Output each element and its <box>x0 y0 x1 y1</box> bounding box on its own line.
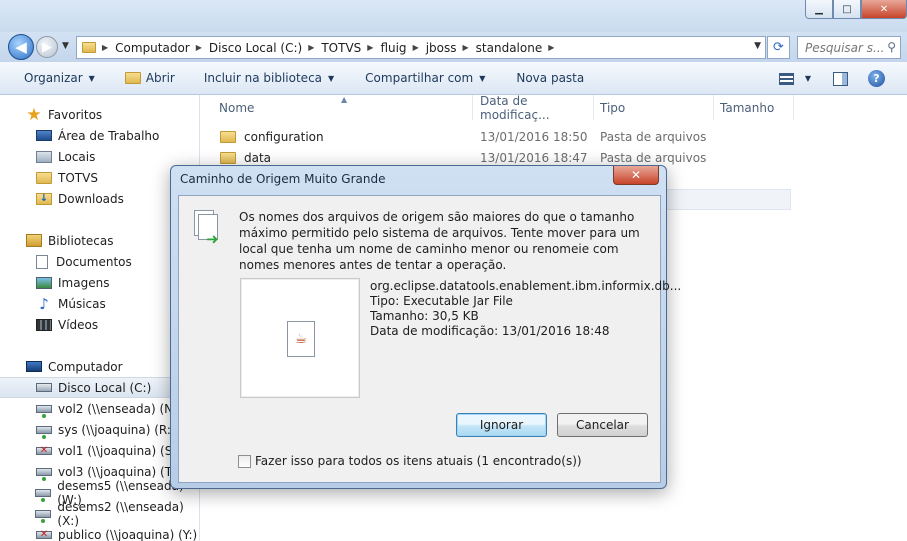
hard-drive-icon <box>36 383 52 392</box>
address-row: ◀ ▶ ▼ ▶ Computador ▶ Disco Local (C:) ▶ TO… <box>0 32 907 62</box>
address-dropdown[interactable]: ▼ <box>754 41 761 51</box>
column-header-type[interactable]: Tipo <box>594 95 714 120</box>
network-drive-icon <box>36 404 52 418</box>
nav-places[interactable]: Locais <box>0 146 200 167</box>
toolbar-right: ▼ ? <box>778 62 907 95</box>
help-icon[interactable]: ? <box>868 70 885 87</box>
file-type: Tipo: Executable Jar File <box>370 294 513 308</box>
refresh-button[interactable]: ⟳ <box>767 36 790 59</box>
chevron-down-icon: ▼ <box>479 73 486 83</box>
breadcrumb-separator-root[interactable]: ▶ <box>102 43 115 52</box>
file-details: org.eclipse.datatools.enablement.ibm.inf… <box>370 279 681 339</box>
star-icon: ★ <box>26 104 42 125</box>
search-icon: ⚲ <box>887 40 896 54</box>
file-thumbnail: ☕ <box>240 278 360 398</box>
dialog-body: ➜ Os nomes dos arquivos de origem são ma… <box>178 195 681 483</box>
table-row[interactable]: configuration 13/01/2016 18:50 Pasta de … <box>211 126 791 147</box>
network-drive-icon <box>35 488 52 502</box>
search-placeholder: Pesquisar s... <box>805 40 885 55</box>
ignore-button[interactable]: Ignorar <box>456 413 547 437</box>
refresh-icon: ⟳ <box>773 40 784 55</box>
folder-icon <box>220 151 236 164</box>
breadcrumb-disco-local[interactable]: Disco Local (C:) ▶ <box>209 41 321 55</box>
dialog-title: Caminho de Origem Muito Grande <box>180 172 386 186</box>
command-bar: Organizar ▼ Abrir Incluir na biblioteca ▼ … <box>0 62 907 95</box>
folder-icon <box>82 42 96 53</box>
column-header-name[interactable]: Nome <box>213 95 473 120</box>
apply-to-all-checkbox[interactable]: Fazer isso para todos os itens atuais (1… <box>238 454 582 468</box>
arrow-right-icon: ▶ <box>42 39 52 55</box>
image-icon <box>36 276 52 289</box>
folder-icon <box>36 171 52 184</box>
document-icon <box>36 254 48 269</box>
new-folder-button[interactable]: Nova pasta <box>516 71 584 85</box>
network-drive-icon <box>35 509 52 523</box>
view-options-icon[interactable] <box>778 72 794 85</box>
disconnected-drive-icon: ✕ <box>36 529 52 540</box>
recent-pages-dropdown[interactable]: ▼ <box>62 41 69 51</box>
library-icon <box>26 234 42 247</box>
search-input[interactable]: Pesquisar s... ⚲ <box>797 36 901 59</box>
view-options-dropdown[interactable]: ▼ <box>799 74 811 83</box>
organize-menu[interactable]: Organizar ▼ <box>24 71 95 85</box>
share-with-menu[interactable]: Compartilhar com ▼ <box>365 71 485 85</box>
cancel-button[interactable]: Cancelar <box>557 413 648 437</box>
nav-desktop[interactable]: Área de Trabalho <box>0 125 200 146</box>
network-drive-icon <box>36 467 52 481</box>
dialog-message: Os nomes dos arquivos de origem são maio… <box>239 210 640 272</box>
computer-icon <box>26 361 42 372</box>
column-header-size[interactable]: Tamanho <box>714 95 794 120</box>
arrow-left-icon: ◀ <box>15 38 27 56</box>
include-in-library-menu[interactable]: Incluir na biblioteca ▼ <box>204 71 334 85</box>
file-name: org.eclipse.datatools.enablement.ibm.inf… <box>370 279 682 293</box>
column-header-date[interactable]: Data de modificaç... <box>474 94 594 122</box>
downloads-icon: ↓ <box>36 192 52 205</box>
preview-pane-icon[interactable] <box>833 71 848 86</box>
nav-drive-y[interactable]: ✕ publico (\\joaquina) (Y:) <box>0 524 200 541</box>
window-title-bar: ▁ □ ✕ <box>0 0 907 32</box>
chevron-down-icon: ▼ <box>804 74 811 83</box>
breadcrumb-standalone[interactable]: standalone ▶ <box>476 41 562 55</box>
back-button[interactable]: ◀ <box>8 34 34 60</box>
folder-icon <box>220 130 236 143</box>
nav-favorites[interactable]: ★ Favoritos <box>0 104 200 125</box>
nav-drive-x[interactable]: desems2 (\\enseada) (X:) <box>0 500 200 528</box>
chevron-down-icon: ▼ <box>88 73 95 83</box>
breadcrumb-computador[interactable]: Computador ▶ <box>115 41 209 55</box>
minimize-button[interactable]: ▁ <box>805 0 833 19</box>
java-jar-icon: ☕ <box>287 321 315 357</box>
video-icon <box>36 318 52 331</box>
breadcrumb-fluig[interactable]: fluig ▶ <box>380 41 425 55</box>
forward-button[interactable]: ▶ <box>36 36 58 58</box>
close-button[interactable]: ✕ <box>861 0 907 19</box>
breadcrumb-jboss[interactable]: jboss ▶ <box>426 41 476 55</box>
music-note-icon: ♪ <box>39 294 49 313</box>
desktop-icon <box>36 130 52 141</box>
places-icon <box>36 150 52 163</box>
file-date: Data de modificação: 13/01/2016 18:48 <box>370 324 610 338</box>
chevron-down-icon: ▼ <box>328 73 335 83</box>
dialog-close-button[interactable]: ✕ <box>613 166 659 185</box>
network-drive-icon <box>36 425 52 439</box>
checkbox-box[interactable] <box>238 454 251 468</box>
breadcrumb-totvs[interactable]: TOTVS ▶ <box>321 41 380 55</box>
address-bar[interactable]: ▶ Computador ▶ Disco Local (C:) ▶ TOTVS ▶ f… <box>76 36 766 59</box>
file-size: Tamanho: 30,5 KB <box>370 309 479 323</box>
open-folder-icon <box>124 72 141 84</box>
window-controls: ▁ □ ✕ <box>805 0 907 19</box>
path-too-long-dialog: Caminho de Origem Muito Grande ✕ ➜ Os no… <box>170 165 681 489</box>
file-copy-icon: ➜ <box>194 210 219 248</box>
maximize-button[interactable]: □ <box>833 0 861 19</box>
open-button[interactable]: Abrir <box>124 71 175 85</box>
disconnected-drive-icon: ✕ <box>36 445 52 456</box>
